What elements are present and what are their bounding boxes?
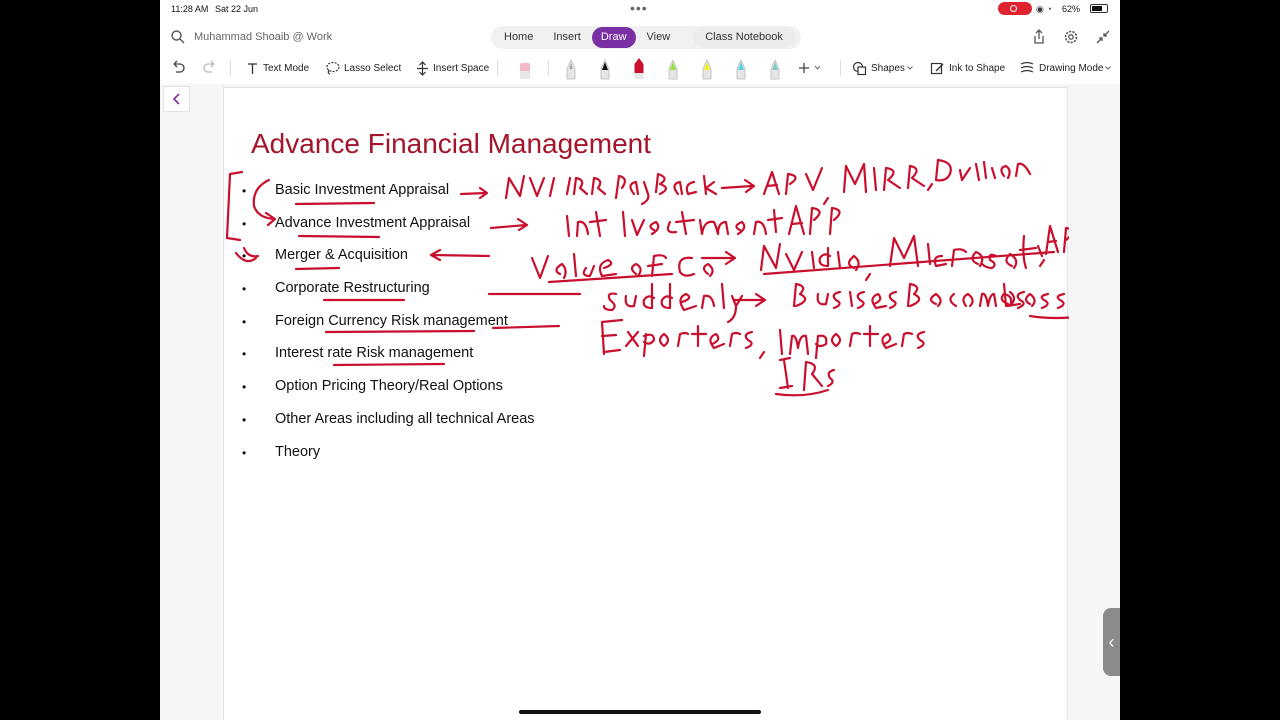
drawing-mode-button[interactable]: Drawing Mode [1020,59,1117,77]
list-item-text: Other Areas including all technical Area… [275,410,535,427]
add-pen-button[interactable] [798,59,826,77]
bullet-icon: • [242,249,247,264]
text-cursor-icon [248,62,257,74]
screen-record-indicator[interactable] [998,2,1032,15]
ribbon-tabs: Home Insert Draw View Class Notebook [491,26,801,49]
page-area: Advance Financial Management • Basic Inve… [160,84,1120,720]
bullet-icon: • [242,314,247,329]
bullet-icon: • [242,282,247,297]
highlighter-green-icon[interactable] [666,57,680,81]
ink-to-shape-label: Ink to Shape [949,62,1006,74]
text-mode-button[interactable]: Text Mode [246,59,309,77]
drawing-mode-label: Drawing Mode [1039,62,1104,74]
tab-home[interactable]: Home [495,27,542,48]
status-date: Sat 22 Jun [215,4,259,14]
home-indicator[interactable] [519,710,761,714]
bullet-icon: • [242,380,247,395]
settings-gear-icon[interactable] [1062,28,1080,46]
share-icon[interactable] [1030,28,1048,46]
list-item-text: Foreign Currency Risk management [275,312,508,329]
lasso-select-button[interactable]: Lasso Select [325,59,401,77]
pen-teal-icon[interactable] [768,57,782,81]
toolbar-divider [230,60,231,76]
back-button[interactable] [163,86,190,112]
tab-view[interactable]: View [638,27,680,48]
shapes-button[interactable]: Shapes [852,59,919,77]
bullet-icon: • [242,445,247,460]
note-page[interactable]: Advance Financial Management • Basic Inve… [223,87,1069,720]
tab-insert[interactable]: Insert [544,27,590,48]
side-panel-handle[interactable]: ‹ [1103,608,1120,676]
toolbar-divider [548,60,549,76]
list-item-text: Merger & Acquisition [275,247,408,264]
nav-bar: Muhammad Shoaib @ Work Home Insert Draw … [160,22,1120,52]
status-time: 11:28 AM [171,4,209,14]
bullet-icon: • [242,347,247,362]
text-mode-label: Text Mode [263,62,310,74]
undo-icon[interactable] [170,59,186,77]
redo-icon[interactable] [202,59,218,77]
ink-to-shape-icon [930,62,944,74]
lasso-icon [326,61,340,75]
pen-red-icon[interactable] [632,57,646,81]
insert-space-icon [417,60,428,76]
bullet-icon: • [242,184,247,198]
multitasking-dots[interactable]: ••• [630,0,648,16]
pen-cyan-icon[interactable] [734,57,748,81]
tab-draw[interactable]: Draw [591,27,636,48]
collapse-arrows-icon[interactable] [1094,28,1112,46]
draw-toolbar: Text Mode Lasso Select Insert Space Shap… [160,54,1120,82]
drawing-mode-icon [1020,61,1034,73]
search-icon[interactable] [170,29,186,45]
bullet-icon: • [242,216,247,231]
pen-black-icon[interactable] [598,57,612,81]
lasso-select-label: Lasso Select [344,62,402,74]
insert-space-button[interactable]: Insert Space [416,59,489,77]
page-title[interactable]: Advance Financial Management [251,128,651,160]
chevron-down-icon [1105,66,1112,70]
list-item-text: Advance Investment Appraisal [275,214,471,231]
shapes-icon [852,61,867,75]
pencil-grey-icon[interactable] [564,57,578,81]
tab-class-notebook[interactable]: Class Notebook [693,27,795,48]
toolbar-divider [840,60,841,76]
list-item-text: Basic Investment Appraisal [275,182,450,198]
chevron-left-icon [172,93,180,105]
ink-to-shape-button[interactable]: Ink to Shape [930,59,1005,77]
list-item-text: Option Pricing Theory/Real Options [275,378,503,395]
battery-icon [1090,4,1108,13]
eraser-icon[interactable] [516,57,534,81]
shapes-label: Shapes [871,62,905,74]
list-item-text: Corporate Restructuring [275,280,430,297]
insert-space-label: Insert Space [433,62,490,74]
status-bar: 11:28 AM Sat 22 Jun ••• ◉ ◔ 62% [160,0,1120,18]
toolbar-divider [497,60,498,76]
chevron-left-icon: ‹ [1108,632,1115,652]
chevron-down-icon [907,66,913,70]
ipad-screen: 11:28 AM Sat 22 Jun ••• ◉ ◔ 62% Muhammad… [160,0,1120,720]
list-item-text: Interest rate Risk management [275,345,474,362]
wifi-icon: ◉ ◔ [1036,4,1052,14]
bullet-icon: • [242,412,247,427]
battery-percent: 62% [1062,4,1081,14]
plus-chevron-icon [799,63,821,73]
list-item-text: Theory [275,443,321,460]
notebook-title[interactable]: Muhammad Shoaib @ Work [194,31,332,43]
highlighter-yellow-icon[interactable] [700,57,714,81]
